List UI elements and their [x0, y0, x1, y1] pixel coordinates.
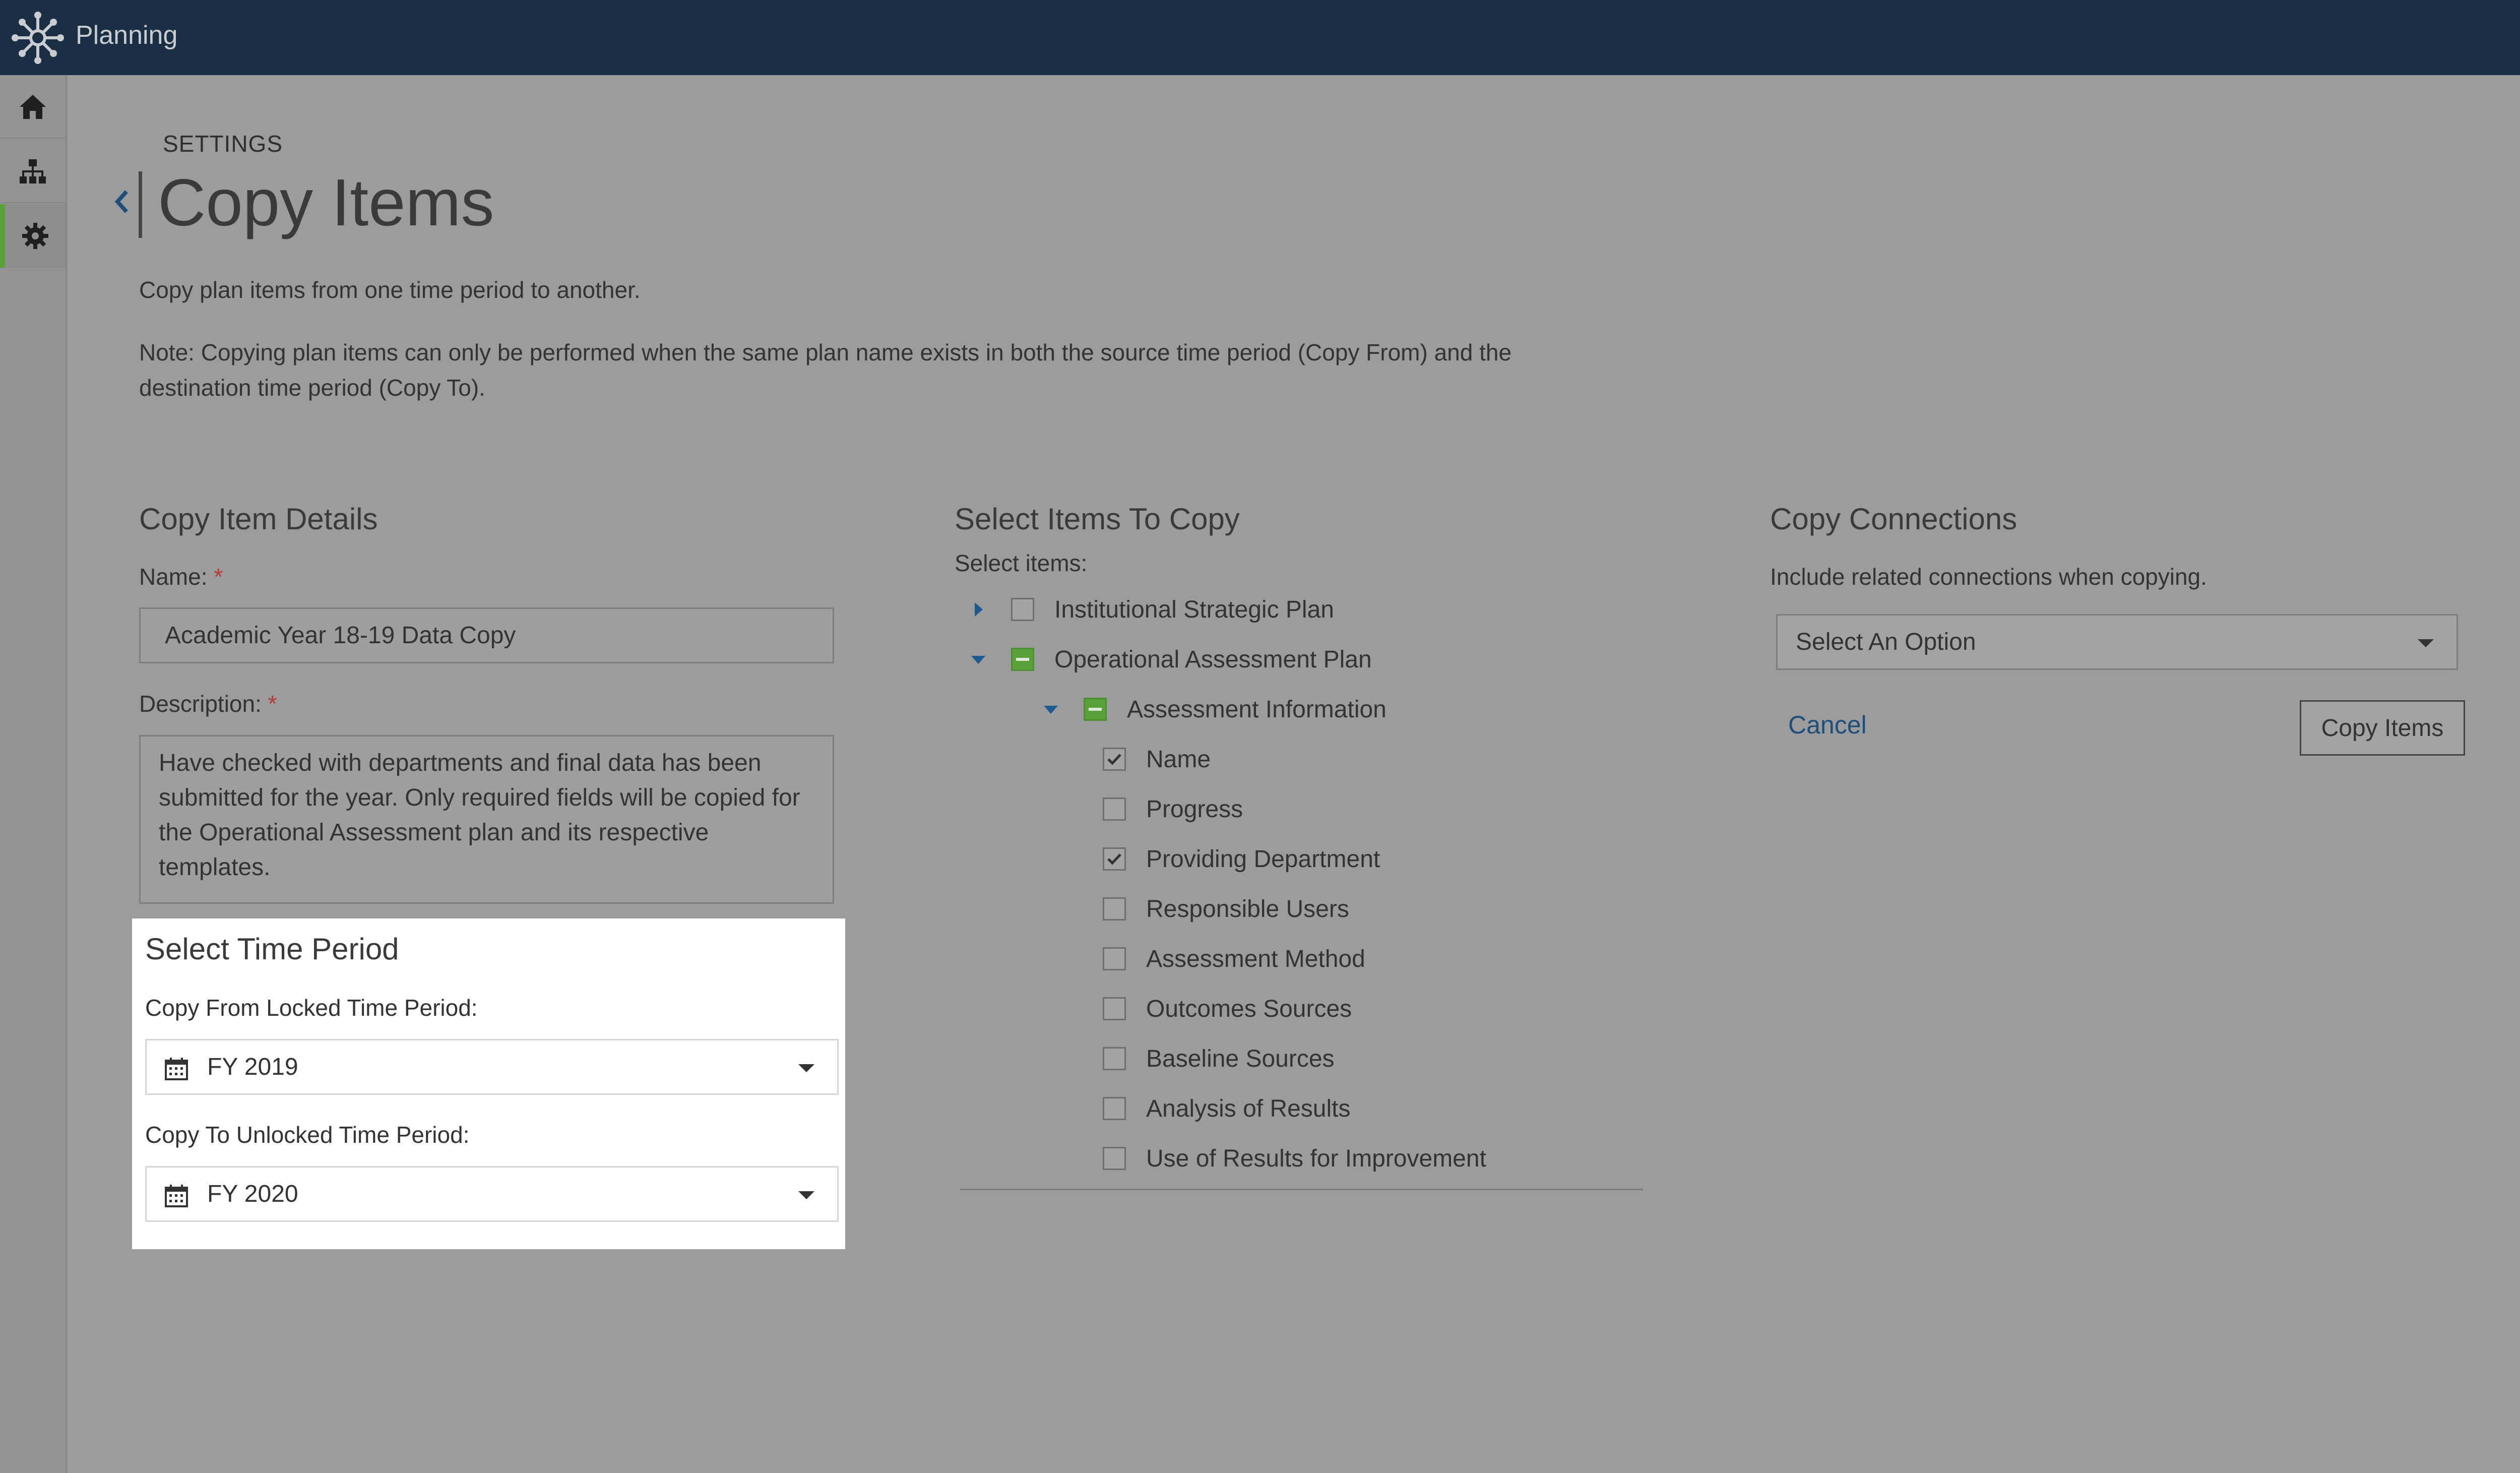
connections-description: Include related connections when copying… [1770, 564, 2207, 590]
connections-heading: Copy Connections [1770, 502, 2018, 536]
required-mark: * [214, 564, 223, 590]
time-period-panel: Select Time Period Copy From Locked Time… [132, 918, 845, 1249]
title-divider [139, 171, 142, 238]
calendar-icon [165, 1185, 188, 1207]
checkbox[interactable] [1103, 847, 1126, 871]
checkbox[interactable] [1103, 897, 1126, 920]
sidebar-item-hierarchy[interactable] [0, 140, 66, 203]
time-period-heading: Select Time Period [145, 932, 399, 966]
tree-item-label: Providing Department [1146, 845, 1380, 873]
tree-item[interactable]: Assessment Method [1103, 939, 1365, 979]
copy-to-label: Copy To Unlocked Time Period: [145, 1122, 470, 1148]
sidebar-item-settings[interactable] [0, 204, 66, 268]
tree-item[interactable]: Baseline Sources [1103, 1038, 1335, 1079]
checkbox[interactable] [1103, 748, 1126, 771]
tree-item[interactable]: Responsible Users [1103, 889, 1349, 929]
name-label-text: Name: [139, 564, 208, 590]
name-label: Name: * [139, 563, 223, 590]
chevron-down-icon [2418, 639, 2434, 647]
items-subheading: Select items: [955, 550, 1088, 576]
description-field-value: Have checked with departments and final … [159, 750, 800, 881]
connections-select-value: Select An Option [1796, 629, 1976, 655]
org-chart-icon [20, 159, 46, 183]
tree-item-label: Use of Results for Improvement [1146, 1145, 1486, 1172]
gear-icon [22, 223, 48, 249]
copy-to-value: FY 2020 [207, 1181, 298, 1207]
tree-item-label: Progress [1146, 795, 1243, 823]
tree-item-label: Assessment Method [1146, 945, 1365, 972]
checkbox[interactable] [1084, 698, 1107, 721]
name-field[interactable]: Academic Year 18-19 Data Copy [139, 607, 834, 663]
name-field-value: Academic Year 18-19 Data Copy [165, 622, 516, 649]
tree-item[interactable]: Use of Results for Improvement [1103, 1138, 1486, 1179]
checkbox[interactable] [1103, 1047, 1126, 1070]
tree-item[interactable]: Progress [1103, 789, 1243, 829]
items-heading: Select Items To Copy [955, 502, 1240, 536]
tree-item[interactable]: Operational Assessment Plan [966, 639, 1372, 680]
checkbox[interactable] [1103, 1097, 1126, 1120]
checkbox[interactable] [1103, 947, 1126, 970]
sidebar [0, 75, 67, 1473]
back-chevron-icon[interactable] [108, 181, 134, 222]
intro-text: Copy plan items from one time period to … [139, 277, 641, 303]
connections-select[interactable]: Select An Option [1776, 614, 2458, 670]
chevron-down-icon [798, 1191, 814, 1199]
note-text: Note: Copying plan items can only be per… [139, 339, 1512, 401]
tree-item-label: Responsible Users [1146, 895, 1349, 923]
page-title: Copy Items [158, 165, 494, 239]
details-heading: Copy Item Details [139, 502, 378, 536]
tree-item[interactable]: Assessment Information [1038, 689, 1387, 729]
calendar-icon [165, 1058, 188, 1080]
tree-item[interactable]: Outcomes Sources [1103, 989, 1352, 1029]
checkbox[interactable] [1103, 797, 1126, 821]
tree-item[interactable]: Institutional Strategic Plan [966, 589, 1334, 630]
copy-items-button[interactable]: Copy Items [2300, 700, 2465, 756]
planning-logo-icon[interactable] [11, 11, 65, 65]
checkbox[interactable] [1103, 997, 1126, 1020]
tree-item-label: Baseline Sources [1146, 1045, 1335, 1072]
description-field[interactable]: Have checked with departments and final … [139, 735, 834, 904]
tree-item-label: Name [1146, 746, 1211, 773]
tree-item-label: Operational Assessment Plan [1054, 646, 1372, 673]
tree-item-label: Assessment Information [1127, 696, 1387, 723]
sidebar-item-home[interactable] [0, 75, 66, 139]
caret-down-icon[interactable] [1038, 697, 1063, 722]
app-title: Planning [76, 21, 178, 50]
breadcrumb: SETTINGS [163, 131, 283, 157]
description-label-text: Description: [139, 691, 262, 717]
required-mark: * [268, 691, 277, 717]
caret-right-icon[interactable] [966, 597, 991, 622]
top-bar: Planning [0, 0, 2520, 75]
tree-item-label: Outcomes Sources [1146, 995, 1352, 1022]
checkbox[interactable] [1011, 598, 1034, 621]
tree-item[interactable]: Providing Department [1103, 839, 1380, 879]
chevron-down-icon [798, 1064, 814, 1072]
tree-item-label: Analysis of Results [1146, 1095, 1351, 1122]
cancel-link[interactable]: Cancel [1788, 710, 1867, 740]
tree-item[interactable]: Analysis of Results [1103, 1088, 1351, 1129]
home-icon [20, 95, 46, 119]
items-divider [960, 1189, 1643, 1190]
checkbox[interactable] [1011, 648, 1034, 671]
tree-item[interactable]: Name [1103, 739, 1211, 779]
copy-from-label: Copy From Locked Time Period: [145, 995, 478, 1021]
checkbox[interactable] [1103, 1147, 1126, 1170]
copy-from-value: FY 2019 [207, 1054, 298, 1080]
caret-down-icon[interactable] [966, 647, 991, 672]
copy-from-select[interactable]: FY 2019 [145, 1039, 839, 1095]
tree-item-label: Institutional Strategic Plan [1054, 596, 1334, 623]
description-label: Description: * [139, 690, 277, 717]
copy-to-select[interactable]: FY 2020 [145, 1166, 839, 1222]
